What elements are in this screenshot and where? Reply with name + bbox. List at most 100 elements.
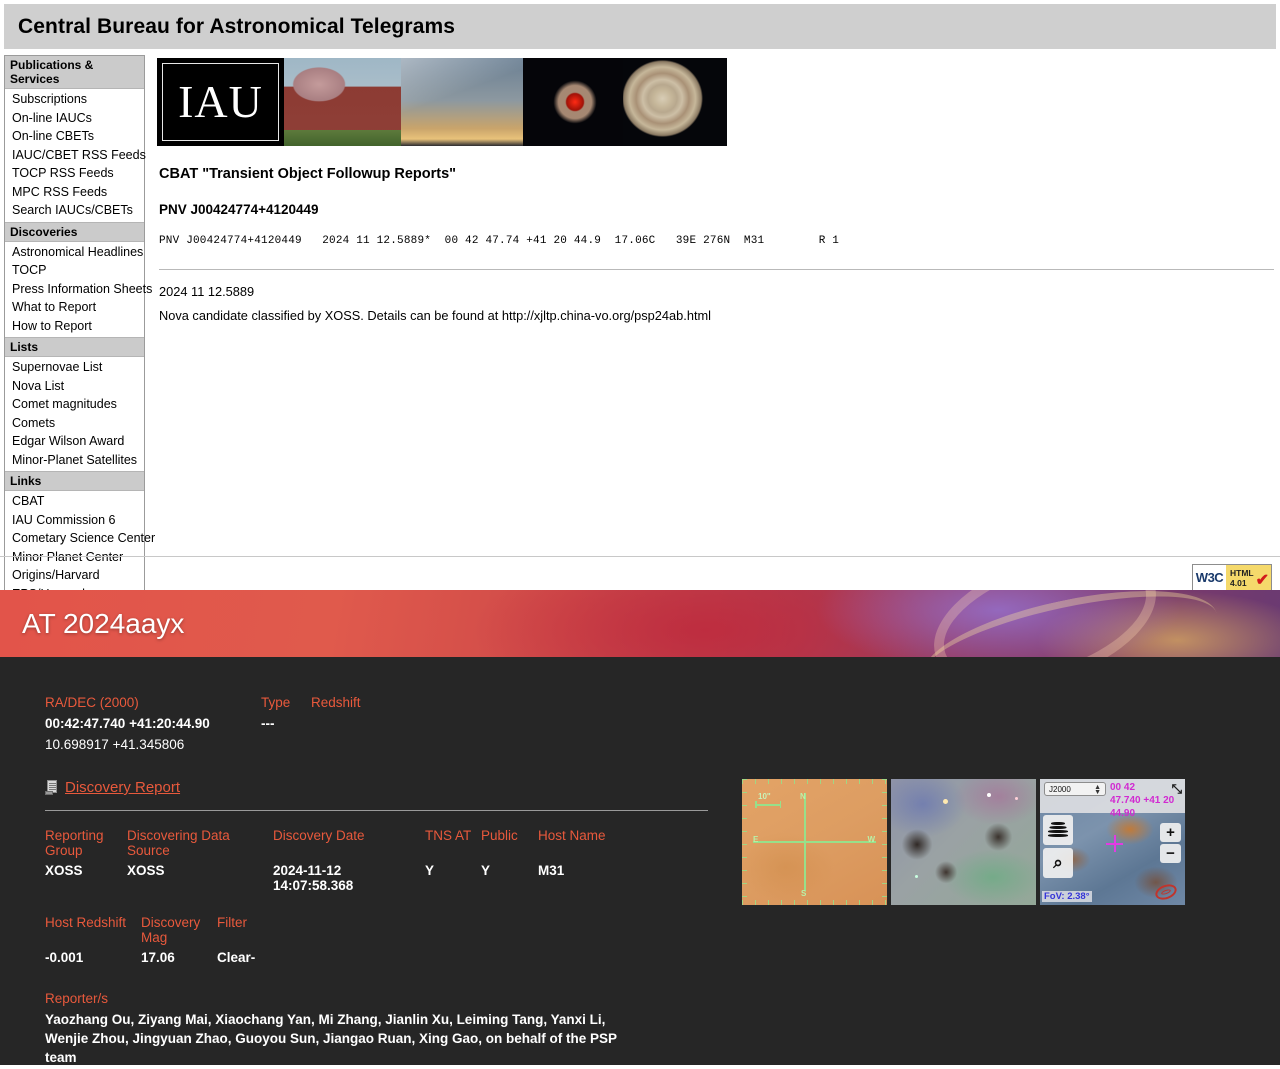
radec-label: RA/DEC (2000) [45, 695, 139, 710]
coordinates-degrees-row: 10.698917 +41.345806 [45, 737, 715, 752]
tns-at-label: TNS AT [425, 828, 472, 843]
discovery-report-link[interactable]: Discovery Report [65, 779, 180, 796]
coordinates-value-row: 00:42:47.740 +41:20:44.90 --- [45, 716, 715, 731]
sidebar-item-online-iaucs[interactable]: On-line IAUCs [5, 109, 144, 128]
sidebar-group-lists: Supernovae List Nova List Comet magnitud… [5, 357, 144, 471]
aladin-coord-line1: 00 42 [1110, 782, 1136, 793]
search-icon[interactable]: ⌕ [1043, 848, 1073, 878]
info-divider [45, 810, 708, 811]
aladin-fov-label: FoV: 2.38° [1042, 891, 1092, 902]
target-reticle-icon [1106, 835, 1123, 852]
discovery-report-row[interactable]: Discovery Report [45, 779, 715, 796]
sidebar-group-publications: Subscriptions On-line IAUCs On-line CBET… [5, 89, 146, 222]
w3c-badge-text: HTML 4.01 ✔ [1226, 565, 1271, 590]
sidebar-item-iauc-cbet-rss-feeds[interactable]: IAUC/CBET RSS Feeds [5, 146, 146, 165]
reporters-block: Reporter/s Yaozhang Ou, Ziyang Mai, Xiao… [45, 991, 715, 1065]
metadata-header-row-2: Host Redshift Discovery Mag Filter [45, 915, 715, 945]
sidebar-group-discoveries: Astronomical Headlines TOCP Press Inform… [5, 242, 152, 338]
reporters-names: Yaozhang Ou, Ziyang Mai, Xiaochang Yan, … [45, 1012, 617, 1065]
layers-icon[interactable] [1043, 815, 1073, 845]
finder-scale-label: 10" [758, 792, 771, 801]
compass-north-label: N [800, 792, 806, 801]
sidebar-item-edgar-wilson-award[interactable]: Edgar Wilson Award [5, 432, 144, 451]
tns-banner: AT 2024aayx [0, 590, 1280, 657]
iau-logo-icon: IAU [157, 58, 284, 146]
metadata-header-row-1: Reporting Group Discovering Data Source … [45, 828, 715, 858]
object-designation: PNV J00424774+4120449 [159, 202, 319, 217]
finder-chart-thumbnail[interactable]: N S E W 10" [742, 779, 887, 905]
expand-icon[interactable]: ⤡ [1172, 782, 1182, 795]
radec-degrees-value: 10.698917 +41.345806 [45, 737, 185, 752]
sidebar-item-iau-commission-6[interactable]: IAU Commission 6 [5, 511, 144, 530]
redshift-label: Redshift [311, 695, 361, 710]
page-title: Central Bureau for Astronomical Telegram… [18, 14, 456, 38]
reporters-label: Reporter/s [45, 991, 109, 1006]
tns-object-name: AT 2024aayx [22, 607, 185, 639]
sidebar-item-online-cbets[interactable]: On-line CBETs [5, 127, 144, 146]
filter-label: Filter [217, 915, 247, 930]
zoom-in-button[interactable]: + [1160, 823, 1181, 842]
sidebar-heading-publications: Publications & Services [5, 56, 144, 89]
aladin-frame-select-value: J2000 [1049, 784, 1071, 794]
sidebar-item-cometary-science-center[interactable]: Cometary Science Center [5, 529, 155, 548]
finder-horizontal-axis [753, 841, 876, 843]
survey-star [1015, 797, 1018, 800]
discovering-data-source-label: Discovering Data Source [127, 828, 230, 858]
sidebar-item-how-to-report[interactable]: How to Report [5, 317, 144, 336]
telegram-report-line: PNV J00424774+4120449 2024 11 12.5889* 0… [159, 235, 840, 247]
sidebar-item-comet-magnitudes[interactable]: Comet magnitudes [5, 395, 144, 414]
sidebar-heading-discoveries: Discoveries [5, 221, 144, 242]
tns-content: RA/DEC (2000) Type Redshift 00:42:47.740… [0, 657, 1280, 1065]
observatory-photo [284, 58, 401, 146]
iau-logo-text: IAU [178, 76, 263, 127]
discovering-data-source-value: XOSS [127, 863, 165, 878]
survey-star [915, 875, 918, 878]
sidebar-item-subscriptions[interactable]: Subscriptions [5, 90, 144, 109]
compass-south-label: S [801, 889, 807, 898]
sidebar-item-tocp[interactable]: TOCP [5, 261, 144, 280]
sidebar-item-supernovae-list[interactable]: Supernovae List [5, 358, 144, 377]
aladin-logo-icon [1153, 881, 1179, 903]
sidebar-item-origins-harvard[interactable]: Origins/Harvard [5, 566, 144, 585]
metadata-table-secondary: Host Redshift Discovery Mag Filter -0.00… [45, 915, 715, 965]
redshift-value [311, 716, 431, 731]
sky-survey-thumbnail[interactable] [891, 779, 1036, 905]
sidebar-item-astronomical-headlines[interactable]: Astronomical Headlines [5, 243, 144, 262]
chevron-updown-icon: ▲ ▼ [1094, 784, 1101, 796]
metadata-value-row-2: -0.001 17.06 Clear- [45, 950, 715, 965]
metadata-table-primary: Reporting Group Discovering Data Source … [45, 828, 715, 893]
sidebar-item-search-iaucs-cbets[interactable]: Search IAUCs/CBETs [5, 201, 144, 220]
finder-vertical-axis [804, 793, 806, 891]
sidebar-item-mpc-rss-feeds[interactable]: MPC RSS Feeds [5, 183, 144, 202]
type-value: --- [261, 716, 275, 731]
document-shadow-shape [45, 791, 53, 795]
sidebar-item-tocp-rss-feeds[interactable]: TOCP RSS Feeds [5, 164, 144, 183]
w3c-html-validation-badge[interactable]: W3C HTML 4.01 ✔ [1192, 564, 1272, 591]
sidebar-item-comets[interactable]: Comets [5, 414, 144, 433]
tns-image-panel: N S E W 10" J2000 ▲ ▼ 00 42 47.740 +41 2… [742, 779, 1185, 905]
layers-stack-shape [1048, 822, 1068, 838]
checkmark-icon: ✔ [1255, 572, 1269, 589]
sidebar-item-minor-planet-satellites[interactable]: Minor-Planet Satellites [5, 451, 144, 470]
tns-info-column: RA/DEC (2000) Type Redshift 00:42:47.740… [45, 695, 715, 1065]
iau-banner-image: IAU [157, 58, 727, 146]
sidebar-item-nova-list[interactable]: Nova List [5, 377, 144, 396]
note-date: 2024 11 12.5889 [159, 284, 255, 299]
jupiter-photo [623, 58, 727, 146]
host-redshift-label: Host Redshift [45, 915, 127, 930]
tns-page: AT 2024aayx RA/DEC (2000) Type Redshift … [0, 590, 1280, 1065]
aladin-coord-line2: 47.740 +41 20 44.90 [1110, 795, 1175, 819]
public-label: Public [481, 828, 518, 843]
sidebar-item-cbat[interactable]: CBAT [5, 492, 144, 511]
compass-east-label: E [753, 835, 759, 844]
aladin-frame-select[interactable]: J2000 ▲ ▼ [1044, 782, 1106, 796]
aladin-viewer-thumbnail[interactable]: J2000 ▲ ▼ 00 42 47.740 +41 20 44.90 ⤡ ⌕ … [1040, 779, 1185, 905]
divider [159, 269, 1274, 270]
radec-sexagesimal-value: 00:42:47.740 +41:20:44.90 [45, 716, 210, 731]
host-name-value: M31 [538, 863, 565, 878]
zoom-out-button[interactable]: − [1160, 844, 1181, 863]
host-redshift-value: -0.001 [45, 950, 84, 965]
cbat-page: Central Bureau for Astronomical Telegram… [0, 4, 1280, 606]
sidebar-item-press-information-sheets[interactable]: Press Information Sheets [5, 280, 152, 299]
sidebar-item-what-to-report[interactable]: What to Report [5, 298, 144, 317]
